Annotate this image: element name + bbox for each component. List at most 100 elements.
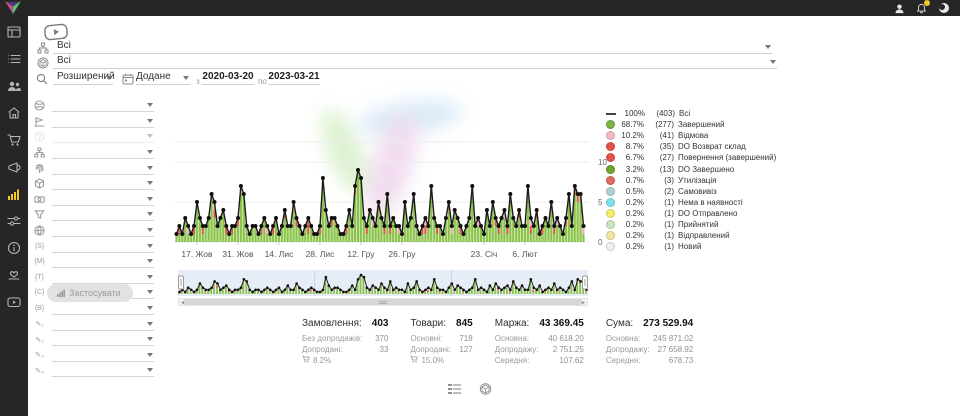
scrollbar-thumb[interactable] bbox=[184, 299, 582, 305]
dashboard-icon bbox=[7, 25, 21, 39]
sidebar-item-marketing[interactable] bbox=[6, 159, 22, 174]
chevron-down-icon bbox=[147, 322, 153, 326]
legend-dot-marker bbox=[606, 198, 615, 207]
legend-label: Самовивіз bbox=[678, 187, 717, 196]
stat-value: 403 bbox=[372, 318, 389, 329]
legend-item-4[interactable]: 8.7%(35)DO Возврат склад bbox=[606, 141, 776, 152]
filter-select-12[interactable] bbox=[52, 271, 154, 284]
video-help-icon[interactable] bbox=[43, 23, 69, 41]
legend-percent: 0.7% bbox=[618, 176, 644, 185]
filter-select-17[interactable] bbox=[52, 349, 154, 362]
legend-item-8[interactable]: 0.5%(2)Самовивіз bbox=[606, 186, 776, 197]
svg-text:31. Жов: 31. Жов bbox=[222, 249, 254, 259]
stat-sub-value: 718 bbox=[459, 333, 472, 344]
status-filter-select[interactable]: Всі bbox=[53, 40, 772, 54]
filter-select-8[interactable] bbox=[52, 208, 154, 221]
filter-select-5[interactable] bbox=[52, 162, 154, 175]
sidebar-item-dashboard[interactable] bbox=[6, 24, 22, 39]
filter-select-18[interactable] bbox=[52, 364, 154, 377]
search-mode-select[interactable]: Розширений bbox=[53, 71, 113, 85]
filter-select-9[interactable] bbox=[52, 224, 154, 237]
notifications-bell-icon[interactable] bbox=[915, 2, 928, 15]
legend-item-6[interactable]: 3.2%(13)DO Завершено bbox=[606, 163, 776, 174]
product-filter-select[interactable]: Всі bbox=[53, 55, 777, 69]
date-to-input[interactable]: 2023-03-21 bbox=[268, 71, 320, 85]
stat-sub-value: 107.62 bbox=[559, 355, 583, 366]
legend-item-9[interactable]: 0.2%(1)Нема в наявності bbox=[606, 197, 776, 208]
list-view-icon[interactable] bbox=[448, 383, 461, 395]
bar-chart-icon bbox=[7, 187, 21, 201]
filter-select-4[interactable] bbox=[52, 146, 154, 159]
sidebar-item-cart[interactable] bbox=[6, 132, 22, 147]
cart-icon bbox=[410, 355, 418, 366]
legend-label: Новий bbox=[678, 242, 701, 251]
filter-select-14[interactable] bbox=[52, 302, 154, 315]
globe-icon bbox=[33, 225, 46, 236]
svg-text:0: 0 bbox=[598, 238, 603, 247]
help-icon bbox=[33, 131, 46, 142]
scroll-right-icon[interactable]: ► bbox=[581, 300, 586, 306]
svg-text:5: 5 bbox=[598, 198, 603, 207]
chart-navigator[interactable] bbox=[178, 270, 588, 296]
user-icon[interactable] bbox=[893, 2, 906, 15]
navigator-scrollbar[interactable]: ◄ ► bbox=[178, 298, 588, 306]
info-icon bbox=[7, 241, 21, 255]
legend-item-5[interactable]: 6.7%(27)Повернення (завершений) bbox=[606, 152, 776, 163]
chevron-down-icon bbox=[147, 368, 153, 372]
megaphone-icon bbox=[7, 160, 21, 174]
sidebar-item-partners[interactable] bbox=[6, 267, 22, 282]
apply-filters-button[interactable]: Застосувати bbox=[47, 284, 133, 302]
legend-percent: 0.2% bbox=[618, 220, 644, 229]
sidebar-item-settings[interactable] bbox=[6, 213, 22, 228]
filter-select-2[interactable] bbox=[52, 115, 154, 128]
sidebar-item-tutorials[interactable] bbox=[6, 294, 22, 309]
filter-select-10[interactable] bbox=[52, 240, 154, 253]
filter-select-16[interactable] bbox=[52, 333, 154, 346]
pencil-2-icon: ✎₂ bbox=[33, 336, 46, 344]
stat-sub-label: Основна: bbox=[606, 333, 640, 344]
legend-label: Нема в наявності bbox=[678, 198, 743, 207]
sidebar-item-analytics[interactable] bbox=[6, 186, 22, 201]
legend-percent: 68.7% bbox=[618, 120, 644, 129]
stat-sub-value: 8.2% bbox=[313, 355, 331, 366]
filter-select-7[interactable] bbox=[52, 193, 154, 206]
legend-count: (35) bbox=[648, 142, 674, 151]
svg-text:23. Січ: 23. Січ bbox=[471, 249, 498, 259]
stat-sub-value: 245 871.02 bbox=[653, 333, 693, 344]
svg-text:26. Гру: 26. Гру bbox=[388, 249, 416, 259]
filter-select-1[interactable] bbox=[52, 99, 154, 112]
legend-item-10[interactable]: 0.2%(1)DO Отправлено bbox=[606, 208, 776, 219]
stat-sub-label: Допродажу: bbox=[495, 344, 539, 355]
profile-avatar-icon[interactable] bbox=[937, 2, 950, 15]
date-from-input[interactable]: 2020-03-20 bbox=[202, 71, 254, 85]
chevron-down-icon bbox=[147, 244, 153, 248]
legend-dot-marker bbox=[606, 242, 615, 251]
status-filter-value: Всі bbox=[57, 40, 71, 51]
list-icon bbox=[7, 52, 21, 66]
legend-item-12[interactable]: 0.2%(1)Відправлений bbox=[606, 230, 776, 241]
legend-dot-marker bbox=[606, 176, 615, 185]
statuses-filter-icon bbox=[37, 42, 49, 54]
legend-item-2[interactable]: 68.7%(277)Завершений bbox=[606, 119, 776, 130]
legend-item-11[interactable]: 0.2%(1)Прийнятий bbox=[606, 219, 776, 230]
chevron-down-icon bbox=[147, 181, 153, 185]
legend-item-7[interactable]: 0.7%(3)Утилізація bbox=[606, 175, 776, 186]
app-logo-icon[interactable] bbox=[5, 1, 21, 14]
date-field-select[interactable]: Додане bbox=[136, 71, 190, 85]
filter-select-15[interactable] bbox=[52, 318, 154, 331]
package-view-icon[interactable] bbox=[479, 383, 492, 395]
brace-t-icon: {T} bbox=[33, 274, 46, 281]
filter-select-6[interactable] bbox=[52, 177, 154, 190]
legend-percent: 0.2% bbox=[618, 242, 644, 251]
sidebar-item-store[interactable] bbox=[6, 105, 22, 120]
stat-value: 845 bbox=[456, 318, 473, 329]
legend-item-1[interactable]: 100%(403)Всі bbox=[606, 108, 776, 119]
sidebar-item-customers[interactable] bbox=[6, 78, 22, 93]
sidebar-item-info[interactable] bbox=[6, 240, 22, 255]
sidebar-item-orders[interactable] bbox=[6, 51, 22, 66]
filter-row-10: {S} bbox=[28, 238, 160, 254]
legend-item-3[interactable]: 10.2%(41)Відмова bbox=[606, 130, 776, 141]
filter-select-11[interactable] bbox=[52, 255, 154, 268]
search-icon[interactable] bbox=[36, 73, 48, 85]
legend-item-13[interactable]: 0.2%(1)Новий bbox=[606, 241, 776, 252]
